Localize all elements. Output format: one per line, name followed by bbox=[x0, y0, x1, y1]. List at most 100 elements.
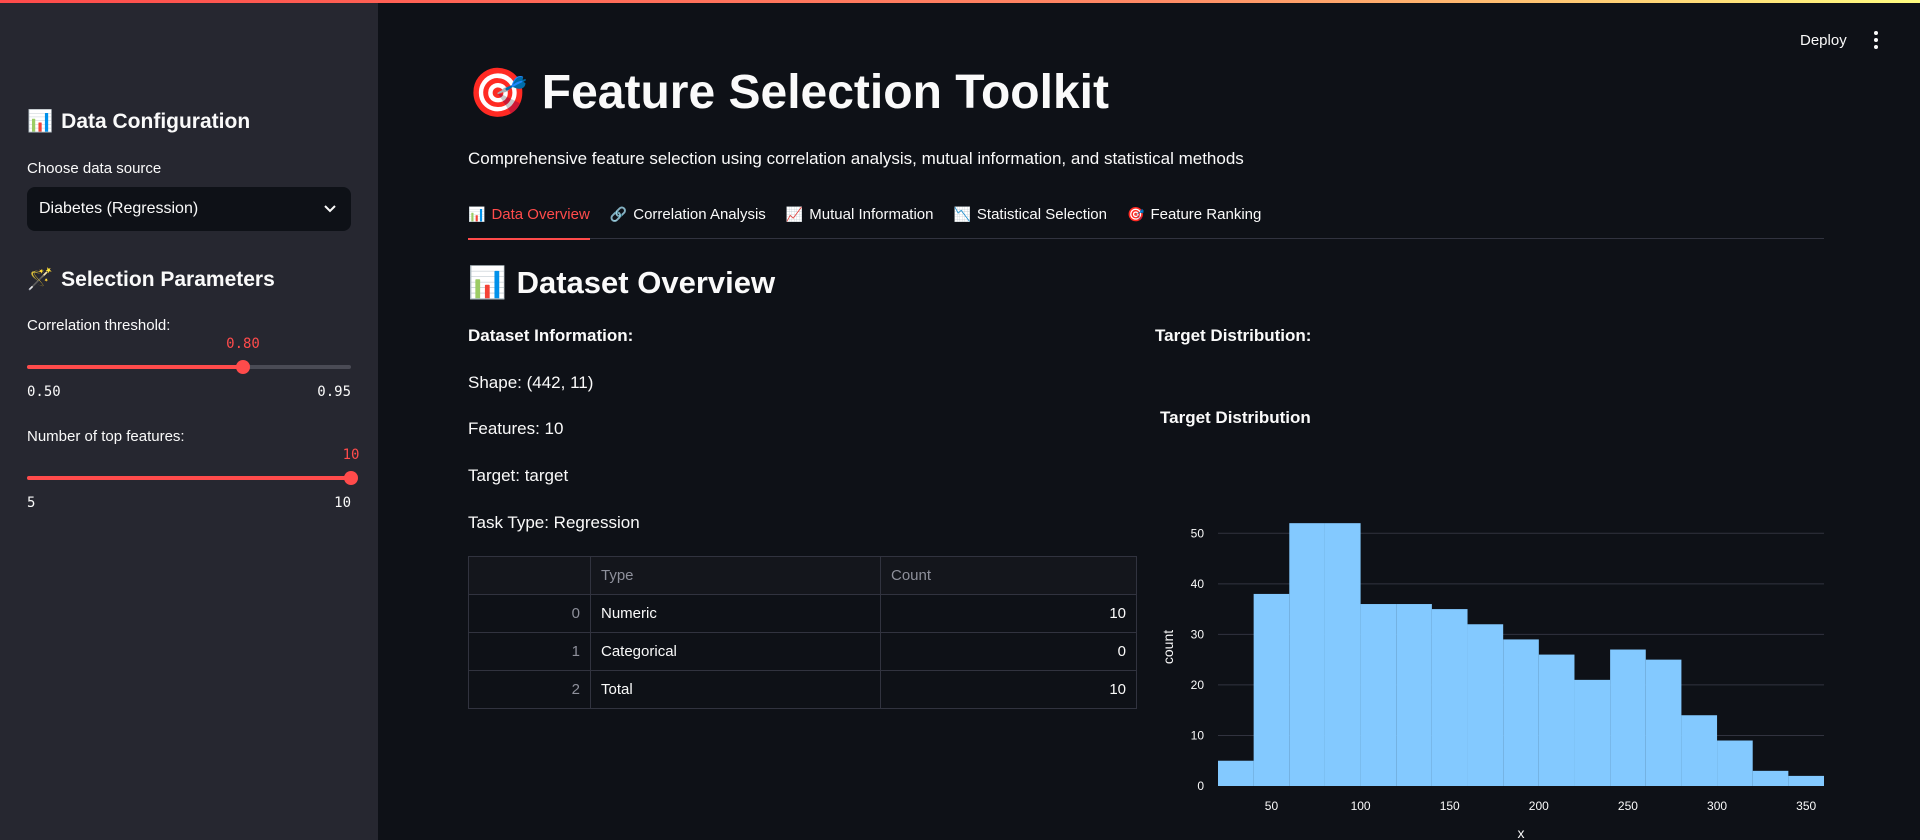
y-tick-label: 20 bbox=[1191, 678, 1205, 692]
tab-feature-ranking[interactable]: 🎯 Feature Ranking bbox=[1127, 204, 1261, 238]
slider-thumb[interactable] bbox=[236, 360, 250, 374]
histogram-bar[interactable] bbox=[1574, 679, 1611, 786]
slider-thumb[interactable] bbox=[344, 471, 358, 485]
sidebar: 📊 Data Configuration Choose data source … bbox=[0, 0, 378, 840]
x-tick-label: 350 bbox=[1796, 799, 1816, 813]
selection-params-header: 🪄 Selection Parameters bbox=[27, 268, 275, 292]
slider-fill bbox=[27, 476, 351, 480]
x-tick-label: 50 bbox=[1265, 799, 1279, 813]
page-title-text: Feature Selection Toolkit bbox=[541, 66, 1109, 119]
dataset-target: Target: target bbox=[468, 466, 569, 485]
y-tick-label: 50 bbox=[1191, 526, 1205, 540]
link-icon: 🔗 bbox=[609, 206, 628, 222]
x-tick-label: 150 bbox=[1440, 799, 1460, 813]
table-row[interactable]: 2 Total 10 bbox=[468, 670, 1137, 709]
data-config-title: Data Configuration bbox=[61, 110, 251, 133]
table-row[interactable]: 0 Numeric 10 bbox=[468, 594, 1137, 633]
table-cell: Numeric bbox=[590, 594, 881, 633]
trend-down-icon: 📉 bbox=[953, 206, 971, 222]
histogram-bar[interactable] bbox=[1717, 740, 1753, 786]
top-features-slider[interactable]: 10 bbox=[27, 447, 359, 488]
slider-value: 10 bbox=[342, 447, 360, 463]
histogram-bar[interactable] bbox=[1752, 770, 1789, 786]
histogram-bar[interactable] bbox=[1610, 649, 1646, 786]
tab-label: Mutual Information bbox=[809, 206, 934, 223]
top-decoration-bar bbox=[0, 0, 1920, 3]
tab-mutual-information[interactable]: 📈 Mutual Information bbox=[786, 204, 934, 238]
slider-max: 0.95 bbox=[317, 384, 351, 400]
data-config-header: 📊 Data Configuration bbox=[27, 110, 250, 134]
table-cell: 0 bbox=[880, 632, 1137, 671]
target-distribution-heading: Target Distribution: bbox=[1155, 326, 1312, 345]
tab-data-overview[interactable]: 📊 Data Overview bbox=[468, 204, 590, 240]
y-tick-label: 10 bbox=[1191, 728, 1205, 742]
column-header[interactable]: Type bbox=[590, 556, 881, 595]
dataset-features: Features: 10 bbox=[468, 419, 564, 438]
target-icon: 🎯 bbox=[468, 67, 528, 120]
histogram-bar[interactable] bbox=[1324, 523, 1361, 786]
histogram-bar[interactable] bbox=[1788, 775, 1824, 786]
row-index: 2 bbox=[468, 670, 591, 709]
deploy-button[interactable]: Deploy bbox=[1800, 32, 1847, 49]
wand-icon: 🪄 bbox=[27, 268, 54, 291]
histogram-bar[interactable] bbox=[1681, 715, 1718, 786]
section-title: 📊 Dataset Overview bbox=[468, 264, 775, 301]
histogram-bar[interactable] bbox=[1253, 593, 1290, 786]
column-header[interactable]: Count bbox=[880, 556, 1137, 595]
y-axis-label: count bbox=[1160, 630, 1176, 664]
correlation-threshold-range: 0.50 0.95 bbox=[27, 384, 351, 400]
table-row[interactable]: 1 Categorical 0 bbox=[468, 632, 1137, 671]
x-tick-label: 300 bbox=[1707, 799, 1727, 813]
page-title: 🎯 Feature Selection Toolkit bbox=[468, 64, 1109, 121]
chevron-down-icon bbox=[324, 205, 336, 213]
histogram-bar[interactable] bbox=[1645, 659, 1682, 786]
bar-chart-icon: 📊 bbox=[468, 206, 486, 222]
x-axis-label: x bbox=[1518, 825, 1525, 840]
section-title-text: Dataset Overview bbox=[516, 264, 776, 300]
column-header[interactable] bbox=[468, 556, 591, 595]
dataset-info-heading: Dataset Information: bbox=[468, 326, 634, 345]
chart-title: Target Distribution bbox=[1160, 408, 1311, 427]
x-tick-label: 100 bbox=[1351, 799, 1371, 813]
tab-statistical-selection[interactable]: 📉 Statistical Selection bbox=[953, 204, 1107, 238]
bar-chart-icon: 📊 bbox=[27, 110, 54, 133]
histogram-bar[interactable] bbox=[1431, 609, 1468, 786]
kebab-menu-icon[interactable] bbox=[1873, 31, 1879, 51]
tab-label: Correlation Analysis bbox=[633, 206, 766, 223]
correlation-threshold-slider[interactable]: 0.80 bbox=[27, 336, 351, 377]
tab-label: Data Overview bbox=[491, 206, 590, 223]
y-tick-label: 30 bbox=[1191, 627, 1205, 641]
x-tick-label: 200 bbox=[1529, 799, 1549, 813]
slider-min: 5 bbox=[27, 495, 36, 511]
selection-params-title: Selection Parameters bbox=[61, 268, 275, 291]
slider-min: 0.50 bbox=[27, 384, 61, 400]
data-source-select[interactable]: Diabetes (Regression) bbox=[27, 187, 351, 231]
trend-up-icon: 📈 bbox=[785, 206, 804, 222]
histogram-bar[interactable] bbox=[1360, 604, 1397, 786]
histogram-bar[interactable] bbox=[1503, 639, 1539, 786]
tab-bar: 📊 Data Overview 🔗 Correlation Analysis 📈… bbox=[468, 204, 1824, 240]
histogram-bar[interactable] bbox=[1538, 654, 1575, 786]
target-histogram[interactable]: 0 10 20 30 40 50 50 100 150 200 250 300 350 x count bbox=[1155, 470, 1835, 840]
table-cell: Categorical bbox=[590, 632, 881, 671]
slider-value: 0.80 bbox=[226, 336, 260, 352]
row-index: 1 bbox=[468, 632, 591, 671]
histogram-bar[interactable] bbox=[1289, 523, 1325, 786]
dataset-task-type: Task Type: Regression bbox=[468, 513, 640, 532]
target-icon: 🎯 bbox=[1127, 206, 1145, 222]
bar-chart-icon: 📊 bbox=[468, 265, 507, 300]
histogram-bar[interactable] bbox=[1396, 604, 1432, 786]
tab-correlation-analysis[interactable]: 🔗 Correlation Analysis bbox=[610, 204, 766, 238]
slider-fill bbox=[27, 365, 243, 369]
histogram-bar[interactable] bbox=[1467, 624, 1504, 786]
top-features-range: 5 10 bbox=[27, 495, 351, 511]
table-cell: 10 bbox=[880, 594, 1137, 633]
table-header-row: Type Count bbox=[468, 556, 1137, 595]
top-features-label: Number of top features: bbox=[27, 428, 185, 445]
page-subtitle: Comprehensive feature selection using co… bbox=[468, 149, 1244, 168]
data-source-label: Choose data source bbox=[27, 160, 162, 177]
y-tick-label: 0 bbox=[1197, 779, 1204, 793]
histogram-bar[interactable] bbox=[1218, 760, 1254, 786]
y-tick-label: 40 bbox=[1191, 577, 1205, 591]
row-index: 0 bbox=[468, 594, 591, 633]
